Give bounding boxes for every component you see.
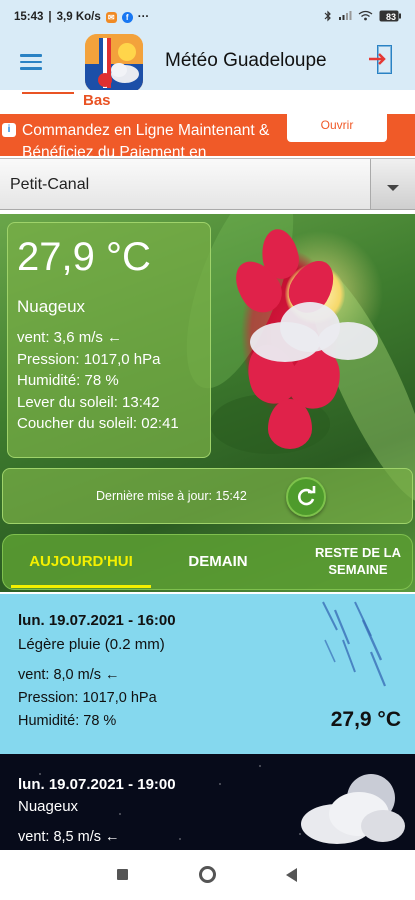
forecast-card[interactable]: lun. 19.07.2021 - 19:00 Nuageux vent: 8,… <box>0 754 415 850</box>
current-pressure: Pression: 1017,0 hPa <box>17 350 161 368</box>
bluetooth-icon <box>324 10 332 25</box>
tab-tomorrow[interactable]: DEMAIN <box>163 535 273 591</box>
signal-icon <box>338 10 352 24</box>
recent-apps-icon[interactable] <box>117 869 128 880</box>
app-bar: Météo Guadeloupe <box>0 34 415 92</box>
ad-top-text: Bas <box>83 92 111 109</box>
forecast-datetime: lun. 19.07.2021 - 19:00 <box>18 776 176 793</box>
dropdown-arrow-icon[interactable] <box>370 159 415 209</box>
refresh-icon <box>298 486 316 506</box>
exit-icon[interactable] <box>367 45 393 75</box>
ad-text: Commandez en Ligne Maintenant & Bénéfici… <box>22 122 270 156</box>
forecast-condition: Légère pluie (0.2 mm) <box>18 636 165 653</box>
status-time: 15:43 <box>14 11 44 23</box>
current-sunrise: Lever du soleil: 13:42 <box>17 393 160 411</box>
refresh-button[interactable] <box>286 477 326 517</box>
forecast-temperature: 27,9 °C <box>330 708 401 731</box>
forecast-condition: Nuageux <box>18 798 79 815</box>
forecast-card[interactable]: lun. 19.07.2021 - 16:00 Légère pluie (0.… <box>0 594 415 754</box>
cloudy-weather-icon <box>240 294 380 364</box>
hero-section: 27,9 °C Nuageux vent: 3,6 m/s ← Pression… <box>0 214 415 592</box>
current-sunset: Coucher du soleil: 02:41 <box>17 415 179 432</box>
ad-banner[interactable]: Bas i Commandez en Ligne Maintenant & Bé… <box>0 90 415 156</box>
status-bar: 15:43 | 3,9 Ko/s ✉ f ··· 83 <box>0 0 415 34</box>
forecast-datetime: lun. 19.07.2021 - 16:00 <box>18 612 176 629</box>
status-more: ··· <box>137 11 150 23</box>
tab-rest-of-week[interactable]: RESTE DE LA SEMAINE <box>303 535 413 591</box>
app-logo <box>85 34 143 92</box>
battery-level: 83 <box>385 12 396 22</box>
last-update-bar: Dernière mise à jour: 15:42 <box>2 468 413 524</box>
app-title: Météo Guadeloupe <box>165 50 327 71</box>
last-update-label: Dernière mise à jour: 15:42 <box>96 489 247 503</box>
tab-today[interactable]: AUJOURD'HUI <box>11 535 151 588</box>
forecast-humidity: Humidité: 78 % <box>18 713 117 729</box>
forecast-wind: vent: 8,0 m/s ← <box>18 667 120 683</box>
hamburger-icon[interactable] <box>20 54 42 70</box>
tab-rest-line1: RESTE DE LA <box>315 545 401 560</box>
forecast-pressure: Pression: 1017,0 hPa <box>18 690 157 706</box>
location-select[interactable]: Petit-Canal <box>0 158 415 210</box>
location-value: Petit-Canal <box>10 176 90 193</box>
wifi-icon <box>358 10 373 24</box>
facebook-icon: f <box>121 11 133 23</box>
rain-icon <box>315 600 393 690</box>
back-icon[interactable] <box>286 868 297 882</box>
ad-open-button[interactable]: Ouvrir <box>287 108 387 142</box>
forecast-wind: vent: 8,5 m/s ← <box>18 829 120 845</box>
ad-info-icon[interactable]: i <box>2 123 16 137</box>
system-nav-bar <box>0 850 415 900</box>
tab-rest-line2: SEMAINE <box>328 562 388 577</box>
current-weather-panel: 27,9 °C Nuageux vent: 3,6 m/s ← Pression… <box>7 222 211 458</box>
home-icon[interactable] <box>199 866 216 883</box>
current-humidity: Humidité: 78 % <box>17 372 119 389</box>
forecast-tabs: AUJOURD'HUI DEMAIN RESTE DE LA SEMAINE <box>2 534 413 590</box>
current-condition: Nuageux <box>17 297 86 316</box>
notification-icon: ✉ <box>105 11 117 23</box>
status-speed: 3,9 Ko/s <box>56 11 101 23</box>
cloudy-night-icon <box>297 768 407 848</box>
current-temperature: 27,9 °C <box>17 235 151 279</box>
current-wind: vent: 3,6 m/s ← <box>17 329 123 346</box>
